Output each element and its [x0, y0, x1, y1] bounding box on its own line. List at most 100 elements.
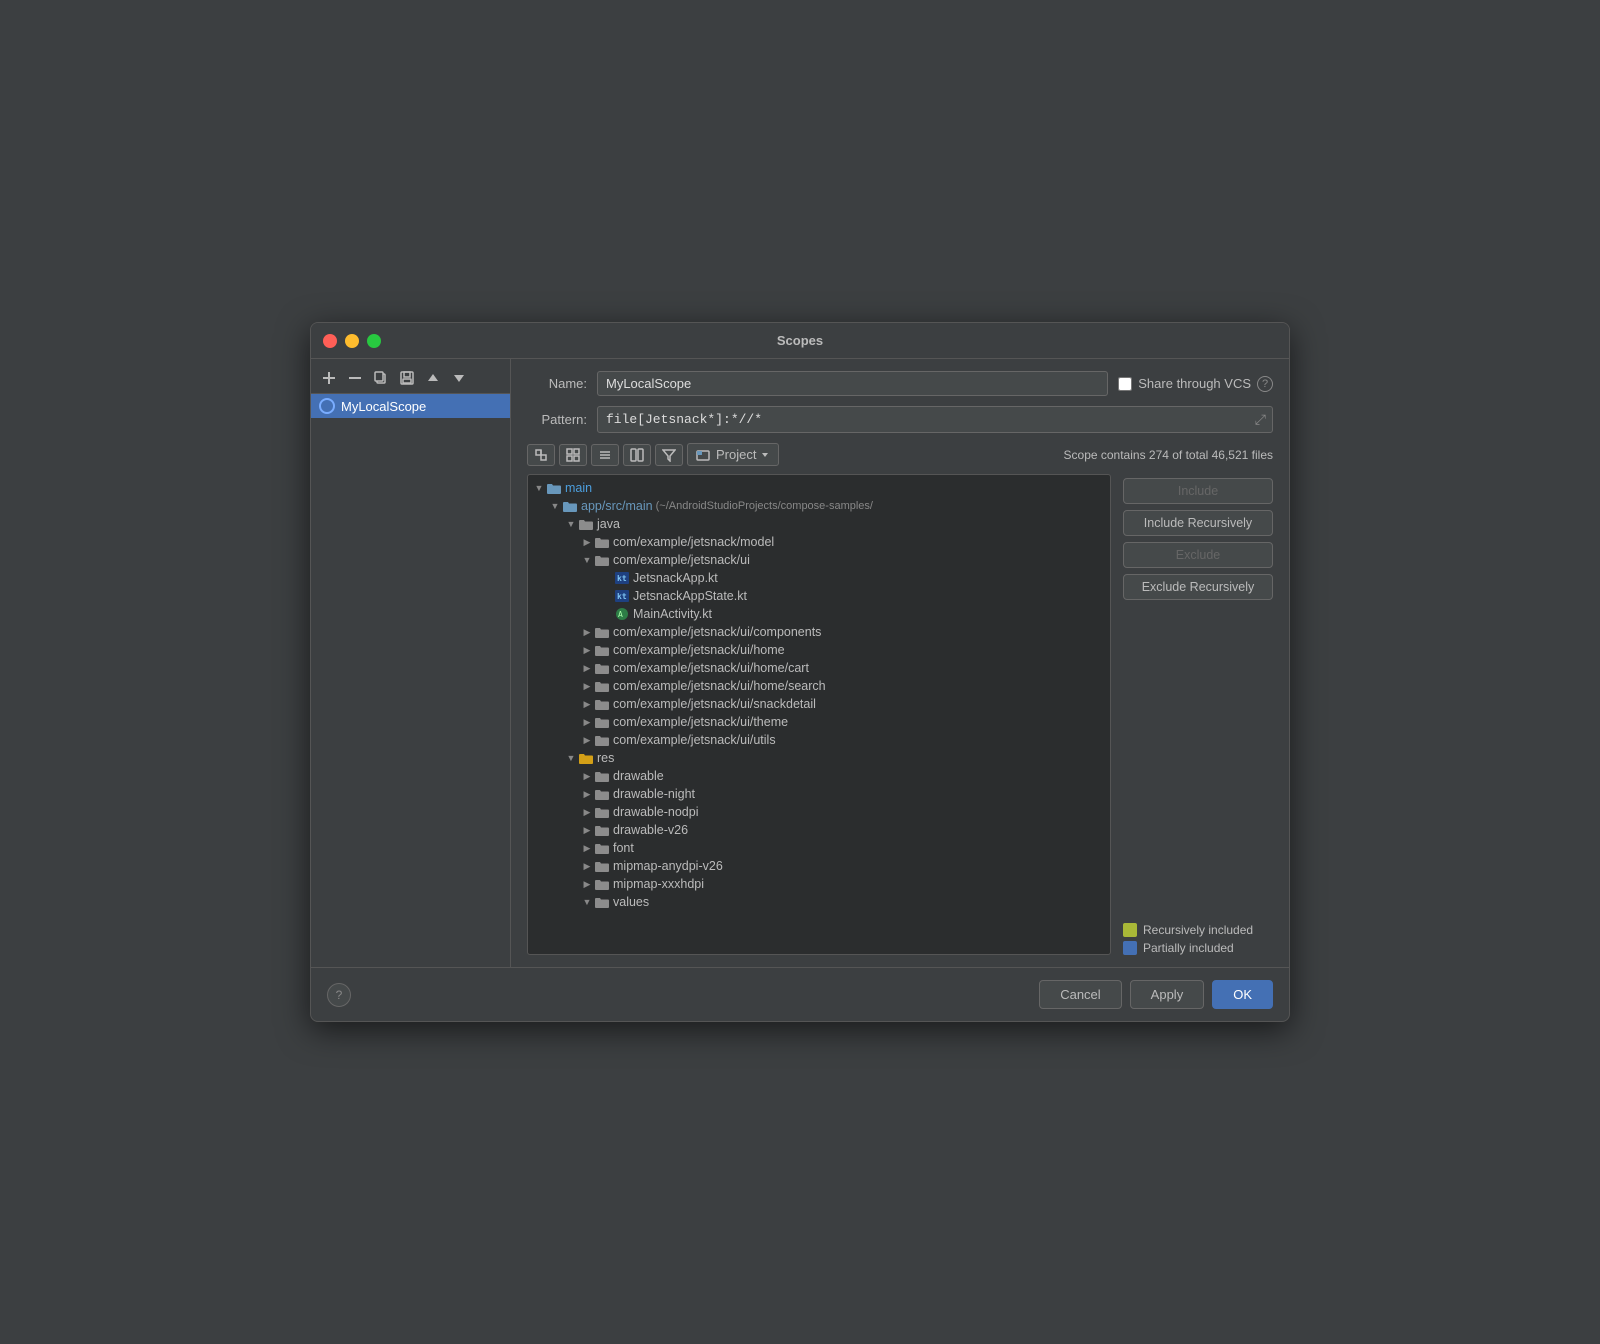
pattern-expand-button[interactable]: ⤢: [1249, 407, 1272, 432]
expand-arrow-search[interactable]: ▶: [580, 679, 594, 693]
folder-icon-res: [578, 752, 594, 765]
expand-arrow-theme[interactable]: ▶: [580, 715, 594, 729]
bottom-bar: ? Cancel Apply OK: [311, 967, 1289, 1021]
expand-arrow-font[interactable]: ▶: [580, 841, 594, 855]
flatten-button[interactable]: [591, 444, 619, 466]
expand-arrow-drawable-night[interactable]: ▶: [580, 787, 594, 801]
tree-node-theme[interactable]: ▶ com/example/jetsnack/ui/theme: [528, 713, 1110, 731]
folder-icon-java: [578, 518, 594, 531]
save-scope-button[interactable]: [395, 367, 419, 389]
expand-arrow-utils[interactable]: ▶: [580, 733, 594, 747]
help-icon[interactable]: ?: [1257, 376, 1273, 392]
tree-node-ui[interactable]: ▼ com/example/jetsnack/ui: [528, 551, 1110, 569]
tree-node-values[interactable]: ▼ values: [528, 893, 1110, 911]
expand-arrow-values[interactable]: ▼: [580, 895, 594, 909]
expand-arrow-java[interactable]: ▼: [564, 517, 578, 531]
help-bottom-button[interactable]: ?: [327, 983, 351, 1007]
project-dropdown[interactable]: Project: [687, 443, 779, 466]
tree-node-main[interactable]: ▼ main: [528, 479, 1110, 497]
node-label-snackdetail: com/example/jetsnack/ui/snackdetail: [613, 697, 816, 711]
name-label: Name:: [527, 376, 587, 391]
add-scope-button[interactable]: [317, 367, 341, 389]
expand-arrow-cart[interactable]: ▶: [580, 661, 594, 675]
expand-arrow-res[interactable]: ▼: [564, 751, 578, 765]
folder-icon-home: [594, 644, 610, 657]
file-tree[interactable]: ▼ main ▼ app/src/main (~/AndroidStud: [527, 474, 1111, 955]
filter-button[interactable]: [655, 444, 683, 466]
scope-item-label: MyLocalScope: [341, 399, 426, 414]
node-label-jetsnack-app: JetsnackApp.kt: [633, 571, 718, 585]
node-label-drawable-night: drawable-night: [613, 787, 695, 801]
expand-all-button[interactable]: [559, 444, 587, 466]
scope-item-my-local-scope[interactable]: MyLocalScope: [311, 394, 510, 418]
pattern-input[interactable]: [598, 408, 1249, 431]
name-input[interactable]: [597, 371, 1108, 396]
expand-arrow-drawable-v26[interactable]: ▶: [580, 823, 594, 837]
expand-arrow-mipmap-anydpi-v26[interactable]: ▶: [580, 859, 594, 873]
folder-icon-mipmap-anydpi-v26: [594, 860, 610, 873]
sidebar: MyLocalScope: [311, 359, 511, 967]
tree-node-drawable[interactable]: ▶ drawable: [528, 767, 1110, 785]
include-recursively-button[interactable]: Include Recursively: [1123, 510, 1273, 536]
exclude-recursively-button[interactable]: Exclude Recursively: [1123, 574, 1273, 600]
tree-node-app-src-main[interactable]: ▼ app/src/main (~/AndroidStudioProjects/…: [528, 497, 1110, 515]
tree-node-model[interactable]: ▶ com/example/jetsnack/model: [528, 533, 1110, 551]
include-button[interactable]: Include: [1123, 478, 1273, 504]
tree-node-search[interactable]: ▶ com/example/jetsnack/ui/home/search: [528, 677, 1110, 695]
pattern-row: Pattern: ⤢: [527, 406, 1273, 433]
tree-node-mipmap-anydpi-v26[interactable]: ▶ mipmap-anydpi-v26: [528, 857, 1110, 875]
tree-node-java[interactable]: ▼ java: [528, 515, 1110, 533]
move-down-button[interactable]: [447, 367, 471, 389]
node-label-jetsnack-appstate: JetsnackAppState.kt: [633, 589, 747, 603]
tree-node-font[interactable]: ▶ font: [528, 839, 1110, 857]
folder-icon-ui: [594, 554, 610, 567]
expand-arrow-snackdetail[interactable]: ▶: [580, 697, 594, 711]
tree-node-snackdetail[interactable]: ▶ com/example/jetsnack/ui/snackdetail: [528, 695, 1110, 713]
collapse-all-button[interactable]: [527, 444, 555, 466]
traffic-lights: [323, 334, 381, 348]
move-up-button[interactable]: [421, 367, 445, 389]
tree-area: ▼ main ▼ app/src/main (~/AndroidStud: [527, 474, 1273, 955]
share-vcs-row: Share through VCS ?: [1118, 376, 1273, 392]
exclude-button[interactable]: Exclude: [1123, 542, 1273, 568]
expand-arrow-main[interactable]: ▼: [532, 481, 546, 495]
expand-arrow-home[interactable]: ▶: [580, 643, 594, 657]
share-vcs-checkbox[interactable]: [1118, 377, 1132, 391]
remove-scope-button[interactable]: [343, 367, 367, 389]
tree-node-cart[interactable]: ▶ com/example/jetsnack/ui/home/cart: [528, 659, 1110, 677]
tree-node-jetsnack-appstate[interactable]: ▶ kt JetsnackAppState.kt: [528, 587, 1110, 605]
copy-scope-button[interactable]: [369, 367, 393, 389]
main-content: Name: Share through VCS ? Pattern: ⤢: [511, 359, 1289, 967]
node-label-utils: com/example/jetsnack/ui/utils: [613, 733, 776, 747]
minimize-button[interactable]: [345, 334, 359, 348]
close-button[interactable]: [323, 334, 337, 348]
tree-node-utils[interactable]: ▶ com/example/jetsnack/ui/utils: [528, 731, 1110, 749]
apply-button[interactable]: Apply: [1130, 980, 1205, 1009]
tree-node-home[interactable]: ▶ com/example/jetsnack/ui/home: [528, 641, 1110, 659]
tree-node-drawable-v26[interactable]: ▶ drawable-v26: [528, 821, 1110, 839]
expand-arrow-model[interactable]: ▶: [580, 535, 594, 549]
group-button[interactable]: [623, 444, 651, 466]
expand-arrow-app-src-main[interactable]: ▼: [548, 499, 562, 513]
svg-text:A: A: [618, 610, 623, 619]
expand-arrow-drawable-nodpi[interactable]: ▶: [580, 805, 594, 819]
cancel-button[interactable]: Cancel: [1039, 980, 1121, 1009]
tree-node-drawable-nodpi[interactable]: ▶ drawable-nodpi: [528, 803, 1110, 821]
maximize-button[interactable]: [367, 334, 381, 348]
tree-node-mainactivity[interactable]: ▶ A MainActivity.kt: [528, 605, 1110, 623]
tree-toolbar: Project Scope contains 274 of total 46,5…: [527, 443, 1273, 466]
tree-node-res[interactable]: ▼ res: [528, 749, 1110, 767]
ok-button[interactable]: OK: [1212, 980, 1273, 1009]
tree-node-components[interactable]: ▶ com/example/jetsnack/ui/components: [528, 623, 1110, 641]
expand-arrow-drawable[interactable]: ▶: [580, 769, 594, 783]
expand-arrow-mipmap-xxxhdpi[interactable]: ▶: [580, 877, 594, 891]
tree-node-mipmap-xxxhdpi[interactable]: ▶ mipmap-xxxhdpi: [528, 875, 1110, 893]
node-label-home: com/example/jetsnack/ui/home: [613, 643, 785, 657]
dialog-body: MyLocalScope Name: Share through VCS ? P…: [311, 359, 1289, 967]
folder-icon-search: [594, 680, 610, 693]
node-label-theme: com/example/jetsnack/ui/theme: [613, 715, 788, 729]
tree-node-drawable-night[interactable]: ▶ drawable-night: [528, 785, 1110, 803]
tree-node-jetsnack-app[interactable]: ▶ kt JetsnackApp.kt: [528, 569, 1110, 587]
expand-arrow-ui[interactable]: ▼: [580, 553, 594, 567]
expand-arrow-components[interactable]: ▶: [580, 625, 594, 639]
